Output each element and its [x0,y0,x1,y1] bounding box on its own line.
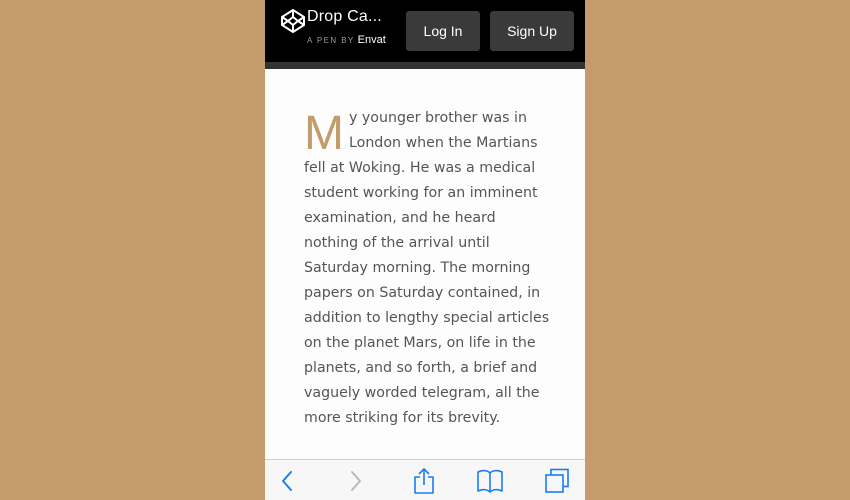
codepen-logo-icon[interactable] [280,8,306,34]
pen-author: A PEN BY Envat [307,34,386,46]
header-bar: Drop Ca... A PEN BY Envat Log In Sign Up [265,0,585,62]
forward-icon[interactable] [348,468,364,494]
login-button[interactable]: Log In [406,11,480,51]
share-icon[interactable] [413,468,435,494]
phone-screen: Drop Ca... A PEN BY Envat Log In Sign Up … [265,0,585,500]
browser-toolbar [265,459,585,500]
pen-title[interactable]: Drop Ca... [307,8,382,26]
bookmarks-icon[interactable] [476,468,504,494]
tabs-icon[interactable] [544,468,570,494]
article-text: y younger brother was in London when the… [304,110,550,426]
header-divider [265,62,585,69]
article-body: My younger brother was in London when th… [304,106,552,431]
article-paragraph: My younger brother was in London when th… [304,106,552,431]
drop-cap: M [304,107,344,160]
author-link[interactable]: Envat [358,34,386,46]
back-icon[interactable] [279,468,295,494]
signup-button[interactable]: Sign Up [490,11,574,51]
pen-by-label: A PEN BY [307,36,355,45]
